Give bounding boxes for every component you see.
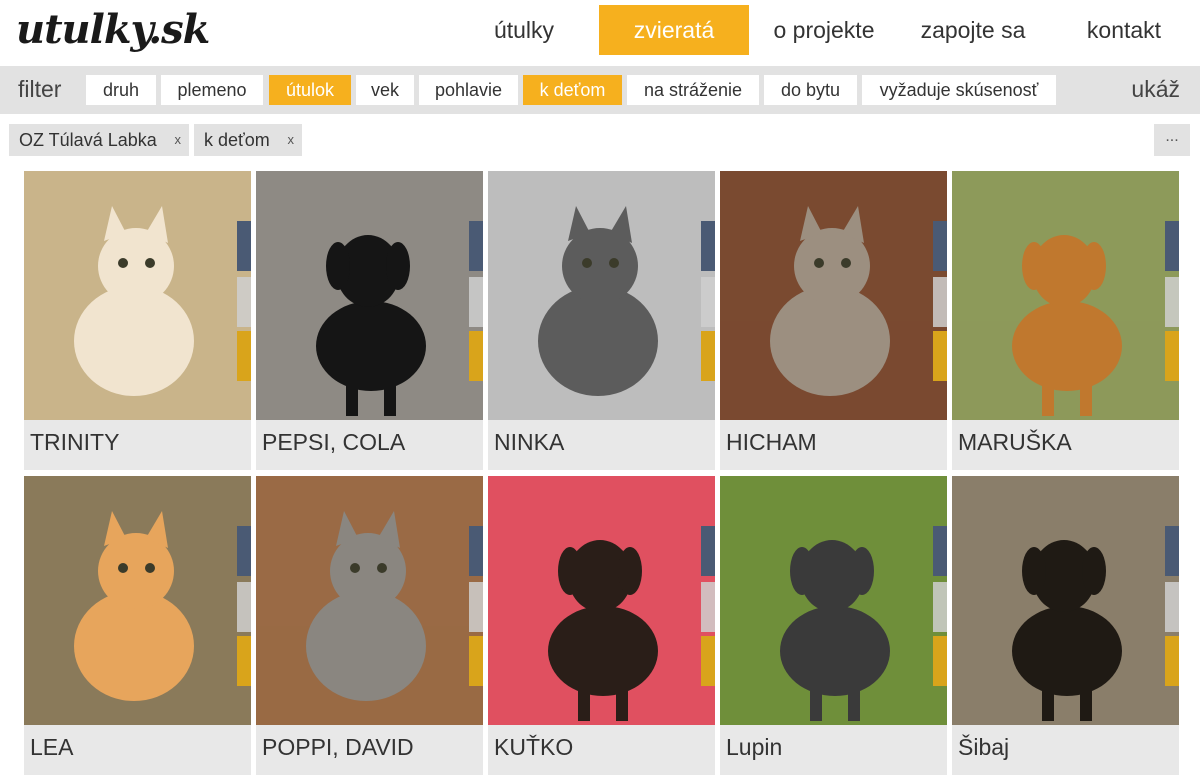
animal-card[interactable]: MARUŠKA — [952, 171, 1179, 470]
filter-chip-na-strazenie[interactable]: na stráženie — [627, 75, 759, 105]
more-button[interactable]: ... — [1154, 124, 1190, 156]
photo-nav-tab[interactable] — [701, 277, 715, 327]
active-tag: k deťom x — [194, 124, 302, 156]
nav-o-projekte[interactable]: o projekte — [760, 5, 888, 55]
filter-chip-do-bytu[interactable]: do bytu — [764, 75, 857, 105]
animal-name: TRINITY — [30, 429, 120, 455]
filter-chip-vek[interactable]: vek — [356, 75, 414, 105]
cat-photo — [24, 476, 251, 725]
photo-nav-tab[interactable] — [237, 331, 251, 381]
dog-photo — [256, 171, 483, 420]
animal-name: NINKA — [494, 429, 565, 455]
animal-card[interactable]: LEA — [24, 476, 251, 775]
photo-nav-tab[interactable] — [237, 636, 251, 686]
photo-nav-tab[interactable] — [933, 331, 947, 381]
site-logo[interactable]: utulky.sk — [16, 6, 210, 53]
photo-nav-tab[interactable] — [1165, 526, 1179, 576]
photo-nav-tab[interactable] — [701, 331, 715, 381]
animal-name: KUŤKO — [494, 734, 574, 760]
photo-nav-tab[interactable] — [469, 221, 483, 271]
cat-photo — [488, 171, 715, 420]
filter-chip-pohlavie[interactable]: pohlavie — [419, 75, 518, 105]
filter-bar: filter druh plemeno útulok vek pohlavie … — [0, 66, 1200, 114]
photo-nav-tab[interactable] — [933, 277, 947, 327]
filter-chip-vyzaduje-skusenost[interactable]: vyžaduje skúsenosť — [862, 75, 1056, 105]
remove-tag-icon[interactable]: x — [175, 124, 182, 156]
remove-tag-icon[interactable]: x — [288, 124, 295, 156]
animal-card[interactable]: NINKA — [488, 171, 715, 470]
animal-name: LEA — [30, 734, 74, 760]
photo-nav-tab[interactable] — [701, 526, 715, 576]
animal-name: HICHAM — [726, 429, 817, 455]
filter-chip-druh[interactable]: druh — [86, 75, 156, 105]
dog-photo — [488, 476, 715, 725]
cat-photo — [24, 171, 251, 420]
nav-zapojte-sa[interactable]: zapojte sa — [908, 5, 1038, 55]
dog-photo — [720, 476, 947, 725]
photo-nav-tab[interactable] — [469, 277, 483, 327]
active-tag-label: k deťom — [204, 130, 270, 150]
photo-nav-tab[interactable] — [1165, 582, 1179, 632]
dog-photo — [952, 171, 1179, 420]
animal-card[interactable]: Šibaj — [952, 476, 1179, 775]
filter-chip-plemeno[interactable]: plemeno — [161, 75, 263, 105]
animal-card[interactable]: POPPI, DAVID — [256, 476, 483, 775]
photo-nav-tab[interactable] — [1165, 636, 1179, 686]
photo-nav-tab[interactable] — [237, 526, 251, 576]
photo-nav-tab[interactable] — [701, 582, 715, 632]
dog-photo — [952, 476, 1179, 725]
animal-card[interactable]: KUŤKO — [488, 476, 715, 775]
photo-nav-tab[interactable] — [237, 277, 251, 327]
active-filter-tags: OZ Túlavá Labka x k deťom x ... — [0, 124, 1200, 156]
photo-nav-tab[interactable] — [469, 526, 483, 576]
photo-nav-tab[interactable] — [237, 221, 251, 271]
nav-utulky[interactable]: útulky — [470, 5, 578, 55]
photo-nav-tab[interactable] — [933, 582, 947, 632]
cat-photo — [720, 171, 947, 420]
nav-kontakt[interactable]: kontakt — [1070, 5, 1178, 55]
nav-zvierata[interactable]: zvieratá — [599, 5, 749, 55]
animal-name: POPPI, DAVID — [262, 734, 414, 760]
filter-label: filter — [18, 76, 62, 102]
animal-card[interactable]: HICHAM — [720, 171, 947, 470]
photo-nav-tab[interactable] — [933, 526, 947, 576]
animal-name: MARUŠKA — [958, 429, 1072, 455]
animal-name: PEPSI, COLA — [262, 429, 406, 455]
active-tag-label: OZ Túlavá Labka — [19, 130, 157, 150]
animal-name: Lupin — [726, 734, 783, 760]
site-header: utulky.sk útulky zvieratá o projekte zap… — [0, 0, 1200, 64]
photo-nav-tab[interactable] — [469, 582, 483, 632]
photo-nav-tab[interactable] — [469, 636, 483, 686]
photo-nav-tab[interactable] — [701, 636, 715, 686]
animal-card[interactable]: TRINITY — [24, 171, 251, 470]
photo-nav-tab[interactable] — [1165, 221, 1179, 271]
photo-nav-tab[interactable] — [701, 221, 715, 271]
photo-nav-tab[interactable] — [933, 221, 947, 271]
photo-nav-tab[interactable] — [1165, 277, 1179, 327]
active-tag: OZ Túlavá Labka x — [9, 124, 189, 156]
photo-nav-tab[interactable] — [933, 636, 947, 686]
cat-photo — [256, 476, 483, 725]
photo-nav-tab[interactable] — [1165, 331, 1179, 381]
photo-nav-tab[interactable] — [237, 582, 251, 632]
animal-card[interactable]: PEPSI, COLA — [256, 171, 483, 470]
animal-name: Šibaj — [958, 734, 1010, 760]
show-button[interactable]: ukáž — [1131, 76, 1180, 103]
animal-card[interactable]: Lupin — [720, 476, 947, 775]
filter-chip-k-detom[interactable]: k deťom — [523, 75, 622, 105]
photo-nav-tab[interactable] — [469, 331, 483, 381]
filter-chip-utulok[interactable]: útulok — [269, 75, 351, 105]
